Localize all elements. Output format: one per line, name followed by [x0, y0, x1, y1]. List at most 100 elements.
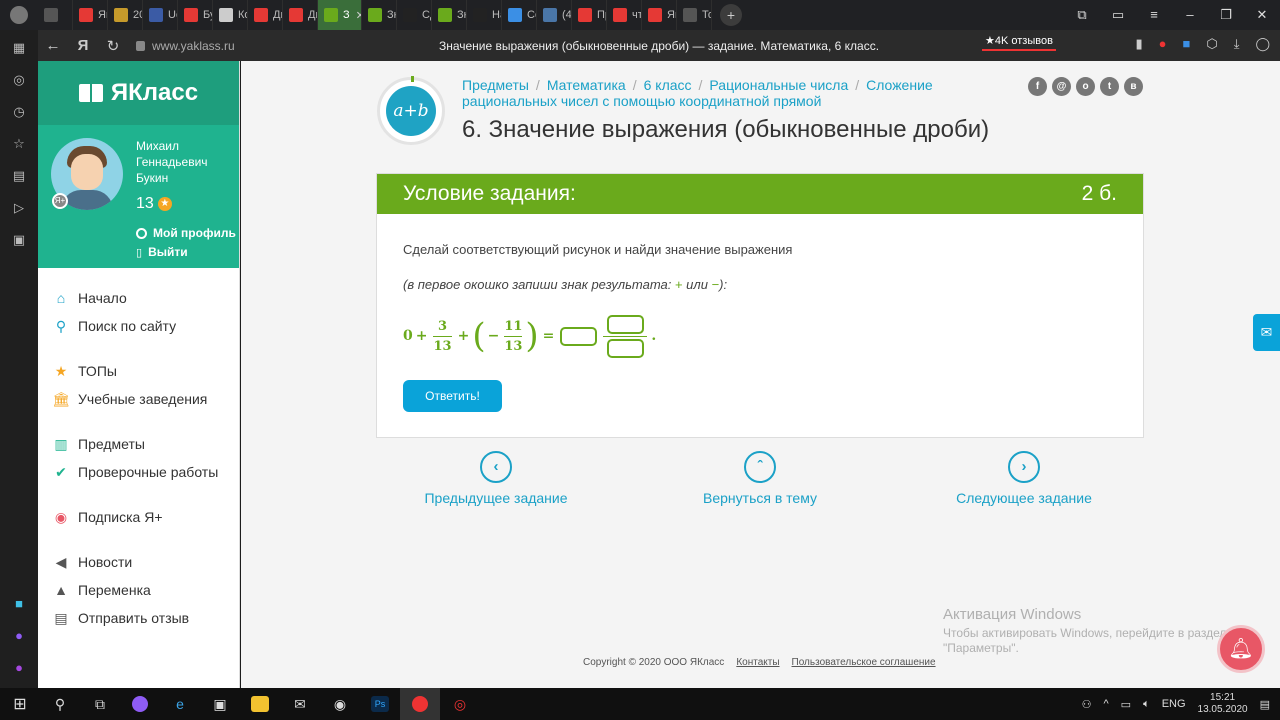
- browser-tab[interactable]: что: [607, 0, 642, 30]
- sign-answer-input[interactable]: [560, 326, 598, 346]
- browser-tab[interactable]: Дн: [283, 0, 318, 30]
- next-task-link[interactable]: › Следующее задание: [924, 451, 1124, 506]
- logout-link[interactable]: ▯ Выйти: [136, 245, 188, 259]
- answer-button[interactable]: Ответить!: [403, 380, 502, 412]
- sidebar-item[interactable]: ⌂ Начало: [52, 289, 127, 307]
- twitter-icon[interactable]: t: [1100, 77, 1119, 96]
- vkontakte-icon[interactable]: в: [1124, 77, 1143, 96]
- profile-icon[interactable]: ◯: [1255, 36, 1270, 52]
- calendar-icon[interactable]: ▣: [11, 232, 27, 248]
- browser-tab[interactable]: Бук: [178, 0, 213, 30]
- url-field[interactable]: www.yaklass.ru: [136, 39, 235, 53]
- edge-icon[interactable]: e: [160, 688, 200, 720]
- sidebar-item[interactable]: ▥ Предметы: [52, 435, 145, 453]
- chevron-up-icon[interactable]: ^: [1104, 698, 1109, 710]
- browser-tab[interactable]: Янд: [73, 0, 108, 30]
- browser-tab[interactable]: Дн: [248, 0, 283, 30]
- sidebar-item[interactable]: ◉ Подписка Я+: [52, 508, 163, 526]
- facebook-icon[interactable]: f: [1028, 77, 1047, 96]
- voice-assistant-icon[interactable]: ●: [11, 660, 27, 676]
- new-feature-icon[interactable]: ■: [1182, 36, 1190, 52]
- tabs-view-icon[interactable]: ⧉: [1064, 0, 1100, 30]
- user-name[interactable]: Михаил Геннадьевич Букин: [136, 138, 236, 186]
- browser-tab[interactable]: [38, 0, 73, 30]
- mail-feedback-icon[interactable]: ✉: [1253, 314, 1280, 351]
- bookmark-bar-icon[interactable]: ▭: [1100, 0, 1136, 30]
- notification-bell-icon[interactable]: 🔔︎: [1217, 625, 1265, 673]
- reviews-badge[interactable]: ★4K отзывов: [982, 34, 1056, 51]
- breadcrumb-link[interactable]: 6 класс: [644, 77, 692, 93]
- site-logo[interactable]: ЯКласс: [38, 61, 239, 125]
- favorites-icon[interactable]: ☆: [11, 136, 27, 152]
- task-view-icon[interactable]: ⧉: [80, 688, 120, 720]
- numerator-answer-input[interactable]: [606, 314, 644, 334]
- sidebar-item[interactable]: 🏛︎ Учебные заведения: [52, 390, 207, 408]
- clock[interactable]: 15:21 13.05.2020: [1198, 692, 1248, 716]
- my-profile-link[interactable]: Мой профиль: [136, 226, 236, 240]
- explorer-icon[interactable]: [240, 688, 280, 720]
- browser-tab[interactable]: Сде: [397, 0, 432, 30]
- contacts-link[interactable]: Контакты: [736, 657, 779, 668]
- prev-task-link[interactable]: ‹ Предыдущее задание: [396, 451, 596, 506]
- maximize-button[interactable]: ❐: [1208, 0, 1244, 30]
- alice-icon[interactable]: ●: [11, 628, 27, 644]
- new-tab-button[interactable]: +: [720, 4, 742, 26]
- mail-icon[interactable]: ✉: [280, 688, 320, 720]
- breadcrumb-link[interactable]: Предметы: [462, 77, 529, 93]
- apps-grid-icon[interactable]: ▦: [11, 40, 27, 56]
- browser-tab[interactable]: На: [467, 0, 502, 30]
- sidebar-item[interactable]: ⚲ Поиск по сайту: [52, 317, 176, 335]
- back-icon[interactable]: ←: [38, 37, 68, 54]
- photoshop-icon[interactable]: Ps: [360, 688, 400, 720]
- media-app-icon[interactable]: ◉: [320, 688, 360, 720]
- yandex-browser-icon[interactable]: [400, 688, 440, 720]
- search-icon[interactable]: ⚲: [40, 688, 80, 720]
- yandex-home-icon[interactable]: Я: [68, 37, 98, 54]
- bookmark-icon[interactable]: ▮: [1135, 36, 1142, 52]
- collections-icon[interactable]: ⬡: [1206, 36, 1217, 52]
- app-purple-icon[interactable]: [120, 688, 160, 720]
- windows-start-icon[interactable]: ⊞: [0, 688, 40, 720]
- opera-icon[interactable]: ◎: [440, 688, 480, 720]
- browser-tab[interactable]: Соо: [502, 0, 537, 30]
- history-icon[interactable]: ◷: [11, 104, 27, 120]
- odnoklassniki-icon[interactable]: o: [1076, 77, 1095, 96]
- sidebar-item[interactable]: ▤ Отправить отзыв: [52, 609, 189, 627]
- sidebar-item[interactable]: ◀ Новости: [52, 553, 133, 571]
- person-icon[interactable]: ⚇: [1082, 698, 1092, 711]
- play-icon[interactable]: ▷: [11, 200, 27, 216]
- back-to-topic-link[interactable]: ˆ Вернуться в тему: [660, 451, 860, 506]
- messenger-icon[interactable]: ■: [11, 596, 27, 612]
- network-icon[interactable]: ▭: [1121, 698, 1131, 711]
- sidebar-item[interactable]: ✔ Проверочные работы: [52, 463, 218, 481]
- breadcrumb-link[interactable]: Математика: [547, 77, 626, 93]
- browser-tab[interactable]: Кор: [213, 0, 248, 30]
- language-indicator[interactable]: ENG: [1162, 698, 1186, 710]
- browser-tab[interactable]: Зна: [432, 0, 467, 30]
- browser-menu-button[interactable]: ≡: [1136, 0, 1172, 30]
- minimize-button[interactable]: –: [1172, 0, 1208, 30]
- browser-tab[interactable]: З✕: [318, 0, 362, 30]
- browser-tab[interactable]: Зна: [362, 0, 397, 30]
- close-window-button[interactable]: ✕: [1244, 0, 1280, 30]
- denominator-answer-input[interactable]: [606, 338, 644, 358]
- browser-tab[interactable]: Uch: [143, 0, 178, 30]
- agreement-link[interactable]: Пользовательское соглашение: [792, 657, 936, 668]
- sidebar-item[interactable]: ▲ Переменка: [52, 581, 151, 599]
- volume-icon[interactable]: 🔈︎: [1143, 698, 1150, 711]
- downloads-icon[interactable]: ⤓: [1234, 36, 1240, 52]
- reader-icon[interactable]: ▤: [11, 168, 27, 184]
- browser-tab[interactable]: Пр: [572, 0, 607, 30]
- browser-menu-icon[interactable]: [0, 0, 38, 30]
- action-center-icon[interactable]: ▤: [1260, 698, 1270, 711]
- browser-tab[interactable]: Топ: [677, 0, 712, 30]
- browser-tab[interactable]: 202: [108, 0, 143, 30]
- reload-icon[interactable]: ↻: [98, 37, 128, 55]
- mail-ru-icon[interactable]: @: [1052, 77, 1071, 96]
- breadcrumb-link[interactable]: Сложение рациональных чисел с помощью ко…: [462, 77, 933, 109]
- store-icon[interactable]: ▣: [200, 688, 240, 720]
- browser-tab[interactable]: (43: [537, 0, 572, 30]
- notifications-icon[interactable]: ◎: [11, 72, 27, 88]
- browser-tab[interactable]: Янд: [642, 0, 677, 30]
- sidebar-item[interactable]: ★ ТОПы: [52, 362, 117, 380]
